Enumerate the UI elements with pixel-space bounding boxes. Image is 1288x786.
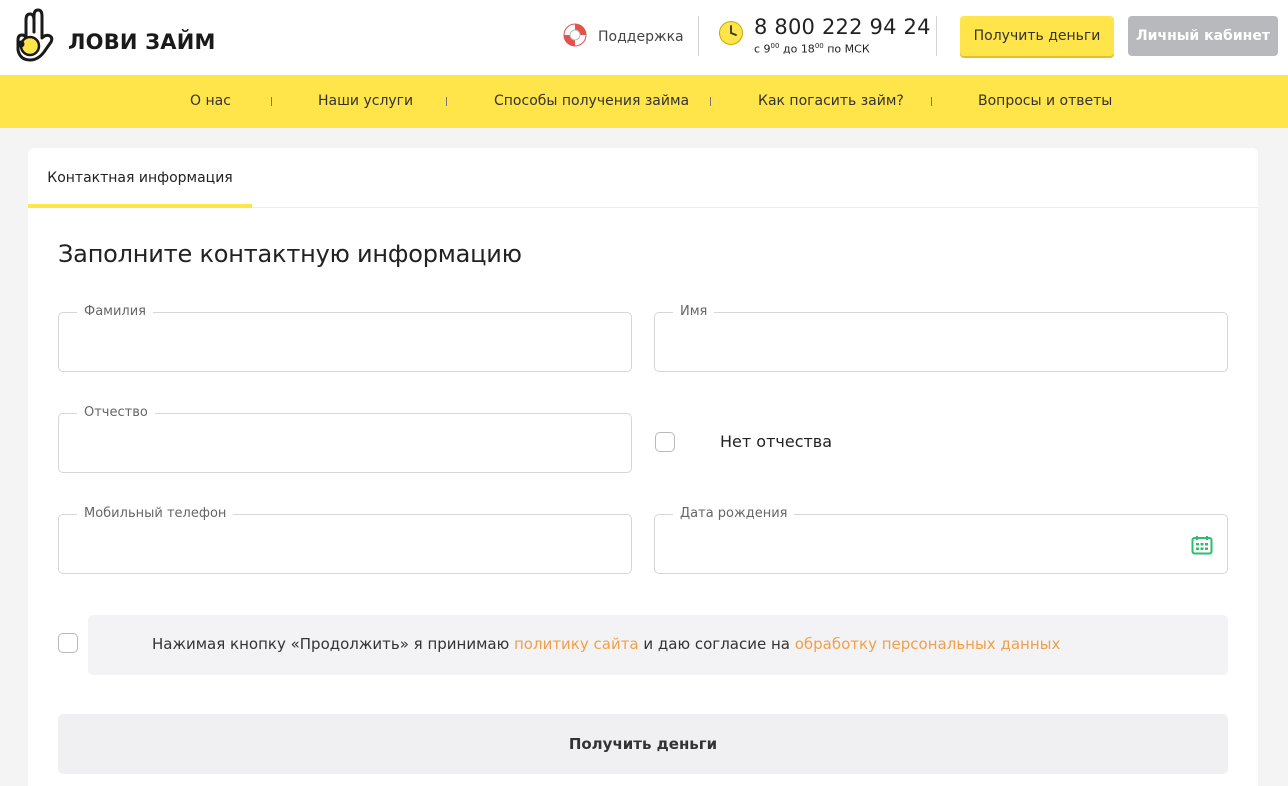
no-patronymic-label[interactable]: Нет отчества <box>720 432 832 451</box>
main-nav: О нас Наши услуги Способы получения займ… <box>0 75 1288 128</box>
mobile-phone-label: Мобильный телефон <box>77 506 234 522</box>
nav-item-repay[interactable]: Как погасить займ? <box>758 75 904 128</box>
birthdate-label: Дата рождения <box>673 506 795 522</box>
mobile-phone-field[interactable]: Мобильный телефон <box>58 506 632 574</box>
logo[interactable]: ЛОВИ ЗАЙМ <box>6 8 216 70</box>
no-patronymic-checkbox[interactable] <box>655 432 675 452</box>
nav-item-services[interactable]: Наши услуги <box>318 75 413 128</box>
form-title: Заполните контактную информацию <box>58 240 522 268</box>
logo-text: ЛОВИ ЗАЙМ <box>68 30 216 54</box>
lifebuoy-icon <box>562 22 588 52</box>
hand-logo-icon <box>6 8 64 70</box>
work-hours: с 900 до 1800 по МСК <box>754 42 870 56</box>
header-divider <box>698 16 699 56</box>
nav-item-faq[interactable]: Вопросы и ответы <box>978 75 1112 128</box>
birthdate-field[interactable]: Дата рождения <box>654 506 1228 574</box>
tab-bar: Контактная информация <box>28 148 1258 208</box>
phone-number[interactable]: 8 800 222 94 24 <box>754 14 931 40</box>
name-label: Имя <box>673 304 715 320</box>
surname-label: Фамилия <box>77 304 153 320</box>
support-label: Поддержка <box>598 29 684 45</box>
phone-block: 8 800 222 94 24 с 900 до 1800 по МСК <box>718 14 931 56</box>
nav-separator <box>271 97 272 106</box>
patronymic-field[interactable]: Отчество <box>58 405 632 473</box>
form-card: Контактная информация Заполните контактн… <box>28 148 1258 786</box>
patronymic-label: Отчество <box>77 405 155 421</box>
consent-box: Нажимая кнопку «Продолжить» я принимаю п… <box>88 615 1228 675</box>
nav-item-about[interactable]: О нас <box>190 75 231 128</box>
get-money-header-button[interactable]: Получить деньги <box>960 16 1114 56</box>
nav-separator <box>446 97 447 106</box>
consent-text: Нажимая кнопку «Продолжить» я принимаю п… <box>152 635 1061 653</box>
support-link[interactable]: Поддержка <box>562 22 684 52</box>
submit-get-money-button[interactable]: Получить деньги <box>58 714 1228 774</box>
tab-contact-info[interactable]: Контактная информация <box>28 148 252 208</box>
name-field[interactable]: Имя <box>654 304 1228 372</box>
site-header: ЛОВИ ЗАЙМ Поддержка 8 800 222 94 24 с 90… <box>0 0 1288 75</box>
consent-checkbox[interactable] <box>58 633 78 653</box>
nav-separator <box>710 97 711 106</box>
nav-separator <box>931 97 932 106</box>
clock-icon <box>718 20 744 56</box>
nav-item-receive-methods[interactable]: Способы получения займа <box>494 75 689 128</box>
calendar-icon[interactable] <box>1191 535 1213 559</box>
header-divider <box>936 16 937 56</box>
personal-cabinet-button[interactable]: Личный кабинет <box>1128 16 1278 56</box>
surname-field[interactable]: Фамилия <box>58 304 632 372</box>
personal-data-link[interactable]: обработку персональных данных <box>795 635 1061 653</box>
site-policy-link[interactable]: политику сайта <box>514 635 639 653</box>
